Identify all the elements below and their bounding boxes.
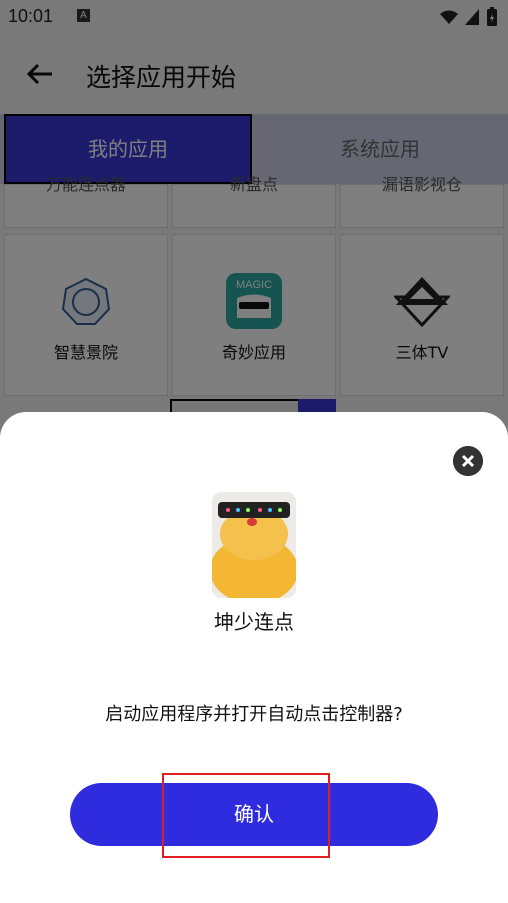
duck-avatar-icon xyxy=(212,492,296,598)
app-thumbnail xyxy=(212,492,296,598)
dialog-app-name: 坤少连点 xyxy=(214,610,294,634)
dialog-question: 启动应用程序并打开自动点击控制器? xyxy=(105,704,403,725)
close-icon[interactable] xyxy=(453,446,483,476)
confirm-highlight-box xyxy=(162,773,330,858)
